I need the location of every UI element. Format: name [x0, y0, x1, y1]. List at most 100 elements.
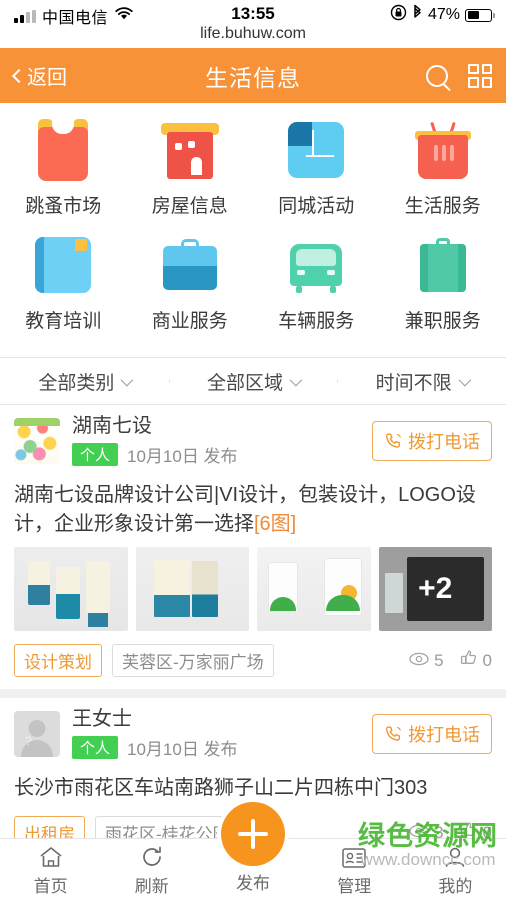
header-actions [426, 63, 492, 88]
status-badge: 个人 [72, 443, 119, 466]
category-label: 同城活动 [278, 196, 355, 217]
category-item-city-activity[interactable]: 同城活动 [253, 113, 380, 228]
call-button-label: 拨打电话 [408, 725, 480, 745]
status-badge: 个人 [72, 736, 119, 759]
poster-name: 湖南七设 [72, 415, 152, 437]
back-label: 返回 [27, 67, 67, 89]
avatar[interactable] [14, 418, 60, 464]
category-label: 生活服务 [404, 196, 481, 217]
back-button[interactable]: 返回 [11, 61, 67, 90]
user-icon [443, 843, 467, 869]
image-count-label: [6图] [254, 513, 297, 535]
like-count-label: 0 [482, 650, 492, 670]
tab-manage[interactable]: 管理 [304, 843, 405, 897]
filter-label: 全部类别 [38, 372, 115, 394]
thumbs-up-icon [460, 649, 478, 672]
category-item-parttime[interactable]: 兼职服务 [380, 228, 506, 343]
thumbnail-image[interactable] [257, 547, 371, 631]
more-images-label: +2 [418, 572, 453, 605]
tab-label: 管理 [337, 876, 372, 896]
manage-icon [341, 843, 367, 869]
search-icon[interactable] [426, 64, 448, 87]
tab-label: 刷新 [134, 876, 169, 896]
signal-bars-icon [14, 9, 36, 23]
thumbnail-list: +2 [14, 547, 492, 631]
thumbnail-image[interactable] [135, 547, 249, 631]
book-icon [32, 234, 94, 296]
battery-percent-label: 47% [427, 6, 460, 23]
bluetooth-icon [412, 4, 423, 26]
activity-icon [285, 119, 347, 181]
briefcase-icon [159, 234, 221, 296]
refresh-icon [140, 843, 164, 869]
category-item-life-service[interactable]: 生活服务 [380, 113, 506, 228]
category-label: 商业服务 [151, 311, 228, 332]
rotation-lock-icon [390, 4, 407, 26]
app-screen: 中国电信 13:55 life.buhuw.com 47% 返回 生活信息 跳蚤… [0, 0, 506, 900]
chevron-down-icon [458, 373, 471, 386]
category-row-1: 跳蚤市场 房屋信息 同城活动 生活服务 [0, 113, 506, 228]
category-item-housing[interactable]: 房屋信息 [127, 113, 254, 228]
call-button[interactable]: 拨打电话 [372, 421, 492, 461]
view-count-label: 5 [434, 650, 444, 670]
status-bar: 中国电信 13:55 life.buhuw.com 47% [0, 0, 506, 48]
like-count: 0 [460, 649, 492, 672]
location-tag[interactable]: 芙蓉区-万家丽广场 [112, 644, 274, 677]
phone-icon [384, 725, 403, 744]
poster-name: 王女士 [72, 708, 132, 730]
grid-icon[interactable] [468, 63, 492, 88]
tab-label: 首页 [33, 876, 68, 896]
thumbnail-image[interactable] [14, 547, 128, 631]
shirt-icon [32, 119, 94, 181]
category-item-flea-market[interactable]: 跳蚤市场 [0, 113, 127, 228]
chevron-left-icon [11, 68, 27, 83]
call-button-label: 拨打电话 [408, 432, 480, 452]
category-item-business[interactable]: 商业服务 [127, 228, 254, 343]
tab-mine[interactable]: 我的 [405, 843, 506, 897]
publish-fab-button[interactable] [221, 802, 285, 866]
category-tag[interactable]: 设计策划 [14, 644, 102, 677]
post-meta: 王女士 个人 10月10日 发布 [72, 708, 372, 760]
chevron-down-icon [120, 373, 134, 386]
category-label: 兼职服务 [404, 311, 481, 332]
category-item-vehicle[interactable]: 车辆服务 [253, 228, 380, 343]
tab-home[interactable]: 首页 [0, 843, 101, 897]
phone-icon [384, 432, 403, 451]
avatar[interactable]: ? [14, 711, 60, 757]
post-title-text: 湖南七设品牌设计公司|VI设计，包装设计，LOGO设计，企业形象设计第一选择 [14, 484, 476, 535]
category-label: 车辆服务 [278, 311, 355, 332]
post-header: ? 王女士 个人 10月10日 发布 拨打电话 [14, 708, 492, 760]
post-meta: 湖南七设 个人 10月10日 发布 [72, 415, 372, 467]
category-item-education[interactable]: 教育培训 [0, 228, 127, 343]
call-button[interactable]: 拨打电话 [372, 714, 492, 754]
battery-icon [465, 8, 495, 22]
wifi-icon [114, 6, 134, 26]
house-icon [159, 119, 221, 181]
filter-category[interactable]: 全部类别 [0, 368, 169, 395]
thumbnail-image-more[interactable]: +2 [378, 547, 492, 631]
publish-fab-label: 发布 [236, 874, 270, 893]
app-header: 返回 生活信息 [0, 48, 506, 103]
filter-label: 全部区域 [207, 372, 284, 394]
category-label: 跳蚤市场 [25, 196, 102, 217]
post-title[interactable]: 长沙市雨花区车站南路狮子山二片四栋中门303 [14, 774, 492, 803]
chevron-down-icon [289, 373, 303, 386]
bottom-nav: 首页 刷新 管理 我的 发布 [0, 802, 506, 900]
filter-time[interactable]: 时间不限 [337, 368, 506, 395]
post-date: 10月10日 发布 [127, 447, 238, 466]
poster-meta-row: 个人 10月10日 发布 [72, 735, 372, 760]
eye-icon [409, 651, 429, 671]
category-label: 房屋信息 [151, 196, 228, 217]
category-row-2: 教育培训 商业服务 车辆服务 兼职服务 [0, 228, 506, 343]
post-title[interactable]: 湖南七设品牌设计公司|VI设计，包装设计，LOGO设计，企业形象设计第一选择[6… [14, 481, 492, 539]
tab-refresh[interactable]: 刷新 [101, 843, 202, 897]
post-card[interactable]: 湖南七设 个人 10月10日 发布 拨打电话 湖南七设品牌设计公司|VI设计，包… [0, 405, 506, 698]
post-tags-row: 设计策划 芙蓉区-万家丽广场 5 0 [14, 644, 492, 677]
post-date: 10月10日 发布 [127, 740, 238, 759]
category-label: 教育培训 [25, 311, 102, 332]
post-stats: 5 0 [409, 649, 492, 672]
filter-region[interactable]: 全部区域 [168, 368, 338, 395]
home-icon [38, 843, 64, 869]
tab-label: 我的 [438, 876, 473, 896]
suitcase-icon [412, 234, 474, 296]
